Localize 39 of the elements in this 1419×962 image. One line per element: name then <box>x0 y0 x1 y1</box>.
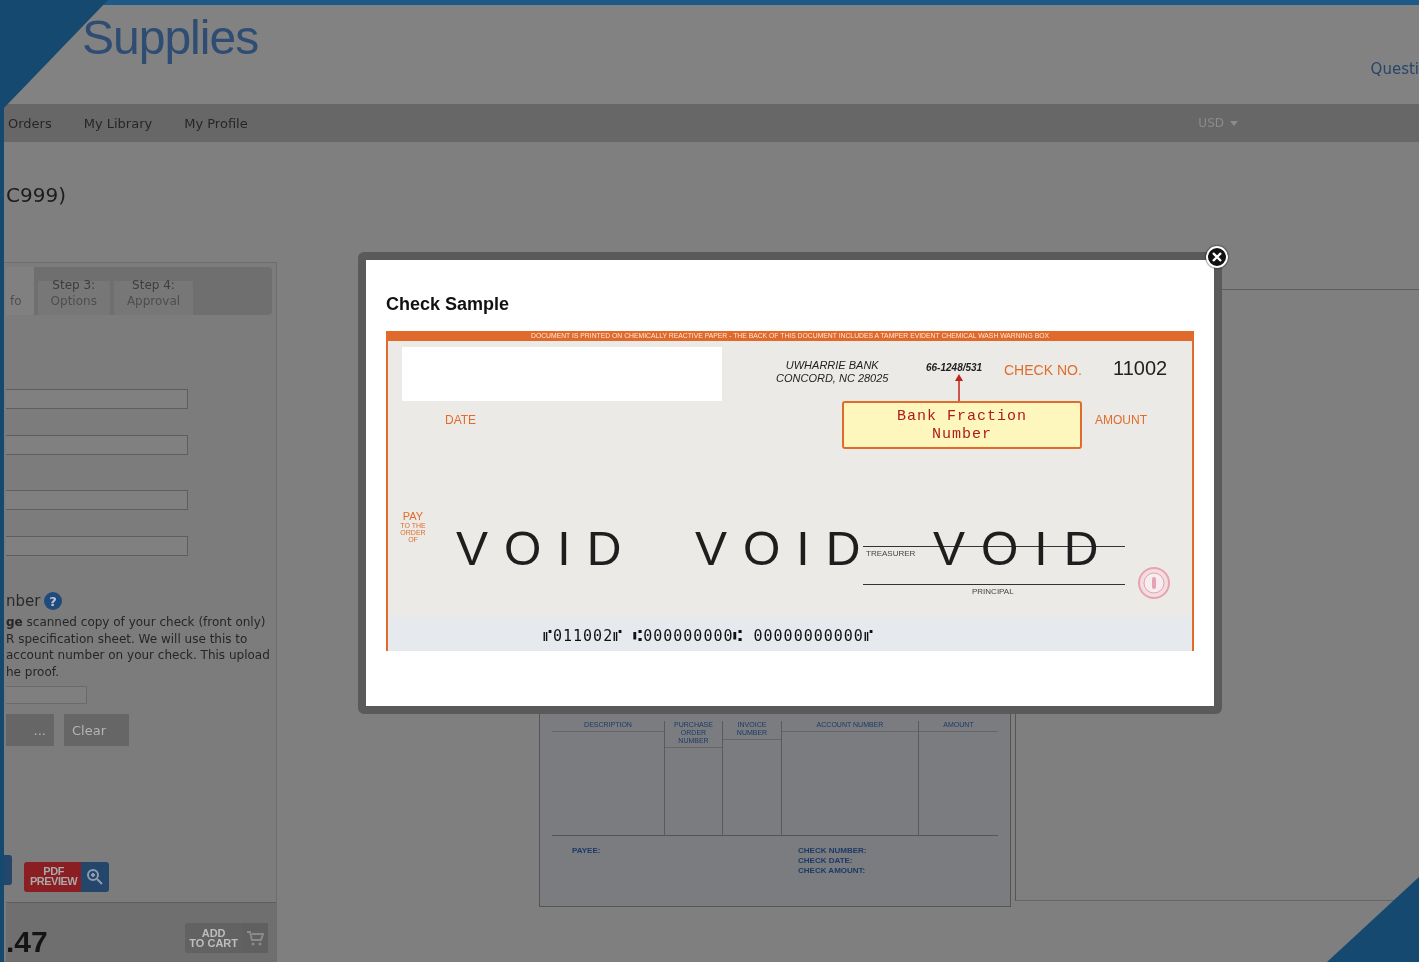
upload-button[interactable]: ... <box>6 714 54 746</box>
nav-link[interactable]: My Profile <box>184 115 248 131</box>
add-to-cart-button[interactable]: ADD TO CART <box>185 923 268 953</box>
price: .47 <box>6 925 48 959</box>
close-button[interactable] <box>1206 246 1228 268</box>
dialog-title: Check Sample <box>386 294 511 315</box>
check-number: 11002 <box>1113 357 1168 380</box>
text-field[interactable] <box>6 389 188 409</box>
page-title: C999) <box>6 183 67 209</box>
section-heading: nber <box>6 592 41 610</box>
callout-label: Bank Fraction Number <box>842 401 1082 449</box>
check-number-label: CHECK NO. <box>1004 362 1082 378</box>
nav-link[interactable]: Orders <box>8 115 52 131</box>
logo: Supplies <box>82 10 259 65</box>
text-field[interactable] <box>6 536 188 556</box>
check-details: CHECK NUMBER: CHECK DATE: CHECK AMOUNT: <box>798 846 868 876</box>
questions-link[interactable]: Questi <box>1370 60 1419 78</box>
nav-link[interactable]: My Library <box>83 115 153 131</box>
signature-label: TREASURER <box>866 549 916 558</box>
text-field[interactable] <box>6 435 188 455</box>
amount-label: AMOUNT <box>1095 413 1147 427</box>
pdf-preview-button[interactable]: PDF PREVIEW <box>24 862 276 892</box>
help-icon[interactable]: ? <box>44 592 63 610</box>
void-text: VOID <box>456 527 638 571</box>
zoom-icon <box>86 868 105 886</box>
signature-label: PRINCIPAL <box>972 587 1014 596</box>
caret-icon <box>1230 120 1238 126</box>
micr-line: ⑈011002⑈ ⑆000000000⑆ 00000000000⑈ <box>543 627 874 645</box>
payee-label: PAYEE: <box>572 846 602 857</box>
help-text: ge scanned copy of your check (front only) R specification sheet. We will use this to account number on your check. This upload he proof. <box>6 614 271 680</box>
close-icon <box>1212 252 1222 262</box>
fraction-number: 66-1248/531 <box>926 362 983 373</box>
seal-icon <box>1138 567 1170 599</box>
arrow <box>955 374 963 402</box>
clear-button[interactable]: Clear <box>64 714 129 746</box>
date-label: DATE <box>445 413 477 427</box>
bank-address: UWHARRIE BANK CONCORD, NC 28025 <box>776 359 889 385</box>
text-field[interactable] <box>6 490 188 510</box>
cart-icon <box>246 930 264 946</box>
